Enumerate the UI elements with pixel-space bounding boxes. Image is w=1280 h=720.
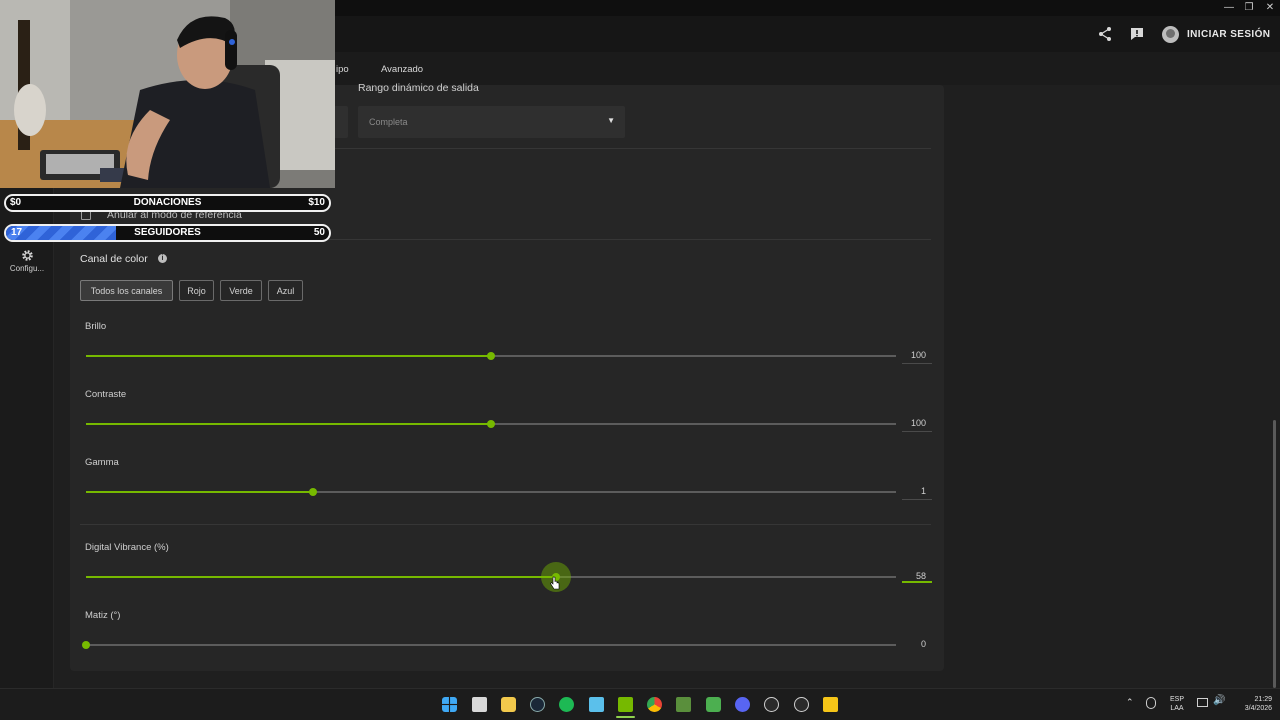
- followers-label: SEGUIDORES: [134, 227, 201, 238]
- slider-fill: [86, 491, 313, 493]
- followers-max: 50: [313, 227, 325, 238]
- channel-red-button[interactable]: Rojo: [179, 280, 214, 301]
- contrast-value-underline: [902, 431, 932, 432]
- info-icon[interactable]: i: [158, 254, 167, 263]
- donations-label: DONACIONES: [133, 197, 202, 208]
- obs-icon[interactable]: [794, 697, 809, 712]
- section-divider: [80, 524, 931, 525]
- volume-icon[interactable]: 🔊: [1213, 696, 1225, 706]
- hue-value[interactable]: 0: [902, 639, 932, 649]
- active-app-indicator: [616, 716, 635, 718]
- slider-label-hue: Matiz (°): [85, 610, 121, 621]
- spotify-icon[interactable]: [559, 697, 574, 712]
- scrollbar-thumb[interactable]: [1273, 420, 1276, 688]
- notepad-icon[interactable]: [589, 697, 604, 712]
- sign-in-label: INICIAR SESIÓN: [1187, 28, 1271, 40]
- dynamic-range-label: Rango dinámico de salida: [358, 82, 479, 94]
- language-top: ESP: [1169, 696, 1184, 703]
- clock-time: 21:29: [1254, 696, 1272, 703]
- language-bottom: LAA: [1170, 705, 1184, 712]
- contrast-value[interactable]: 100: [902, 418, 932, 428]
- contrast-slider[interactable]: [86, 420, 896, 428]
- dynamic-range-select[interactable]: Completa ▼: [358, 106, 625, 138]
- slider-thumb[interactable]: [487, 352, 495, 360]
- start-icon[interactable]: [442, 697, 457, 712]
- chevron-down-icon: ▼: [607, 116, 615, 125]
- windows-taskbar: [0, 688, 1280, 720]
- share-icon[interactable]: [1097, 26, 1113, 42]
- slider-fill: [86, 576, 556, 578]
- slider-thumb[interactable]: [487, 420, 495, 428]
- nvidia-app-icon[interactable]: [618, 697, 633, 712]
- brightness-value-underline: [902, 363, 932, 364]
- slider-label-digital-vibrance: Digital Vibrance (%): [85, 542, 169, 553]
- slider-fill: [86, 423, 491, 425]
- restore-icon[interactable]: ❐: [1238, 0, 1260, 16]
- gamma-value-underline: [902, 499, 932, 500]
- slider-fill: [86, 355, 491, 357]
- avatar-icon: [1162, 25, 1179, 43]
- channel-green-button[interactable]: Verde: [220, 280, 262, 301]
- channel-all-button[interactable]: Todos los canales: [80, 280, 173, 301]
- donations-max: $10: [308, 197, 325, 208]
- minimize-icon[interactable]: —: [1218, 0, 1240, 16]
- gamma-slider[interactable]: [86, 488, 896, 496]
- tab-avanzado[interactable]: Avanzado: [381, 64, 423, 75]
- sign-in-button[interactable]: INICIAR SESIÓN: [1162, 25, 1270, 43]
- steam-icon[interactable]: [530, 697, 545, 712]
- clock[interactable]: 21:29 3/4/2026: [1232, 695, 1272, 713]
- hand-cursor-icon: [550, 576, 560, 590]
- brightness-slider[interactable]: [86, 352, 896, 360]
- feedback-icon[interactable]: [1129, 26, 1145, 42]
- file-explorer-icon[interactable]: [501, 697, 516, 712]
- webcam-feed-image: [0, 0, 335, 188]
- slider-thumb[interactable]: [82, 641, 90, 649]
- network-icon[interactable]: [1197, 698, 1208, 707]
- minecraft-icon[interactable]: [706, 697, 721, 712]
- slider-label-brightness: Brillo: [85, 321, 107, 332]
- microphone-icon[interactable]: [1146, 697, 1156, 709]
- chrome-icon[interactable]: [647, 697, 662, 712]
- rail-item-config-label: Configu...: [9, 264, 45, 273]
- slider-thumb[interactable]: [308, 488, 317, 496]
- gamma-value[interactable]: 1: [902, 486, 932, 496]
- tray-overflow-icon[interactable]: ⌃: [1126, 698, 1134, 707]
- webcam-overlay: [0, 0, 335, 188]
- followers-goal-bar: 17 SEGUIDORES 50: [4, 224, 331, 242]
- gear-icon: [21, 250, 33, 261]
- tab-equipo[interactable]: ipo: [336, 64, 349, 75]
- slider-label-gamma: Gamma: [85, 457, 119, 468]
- task-view-icon[interactable]: [472, 697, 487, 712]
- clock-date: 3/4/2026: [1244, 705, 1272, 712]
- close-icon[interactable]: ✕: [1259, 0, 1280, 16]
- discord-icon[interactable]: [735, 697, 750, 712]
- section-divider: [330, 148, 931, 149]
- digital-vibrance-value-underline: [902, 581, 932, 583]
- color-channel-label: Canal de color: [80, 253, 148, 265]
- game-icon[interactable]: [676, 697, 691, 712]
- hue-slider[interactable]: [82, 641, 896, 649]
- slider-label-contrast: Contraste: [85, 389, 127, 400]
- language-indicator[interactable]: ESP LAA: [1167, 695, 1187, 713]
- nvidia-app-window: — ❐ ✕ INICIAR SESIÓN ipo Avanzado Config…: [0, 0, 1280, 720]
- launcher-icon[interactable]: [823, 697, 838, 712]
- donations-goal-bar: $0 DONACIONES $10: [4, 194, 331, 212]
- digital-vibrance-slider[interactable]: [86, 562, 896, 592]
- dynamic-range-value: Completa: [369, 117, 408, 127]
- app-icon[interactable]: [764, 697, 779, 712]
- digital-vibrance-value[interactable]: 58: [902, 571, 932, 581]
- channel-blue-button[interactable]: Azul: [268, 280, 303, 301]
- rail-item-config[interactable]: Configu...: [0, 249, 54, 273]
- brightness-value[interactable]: 100: [902, 350, 932, 360]
